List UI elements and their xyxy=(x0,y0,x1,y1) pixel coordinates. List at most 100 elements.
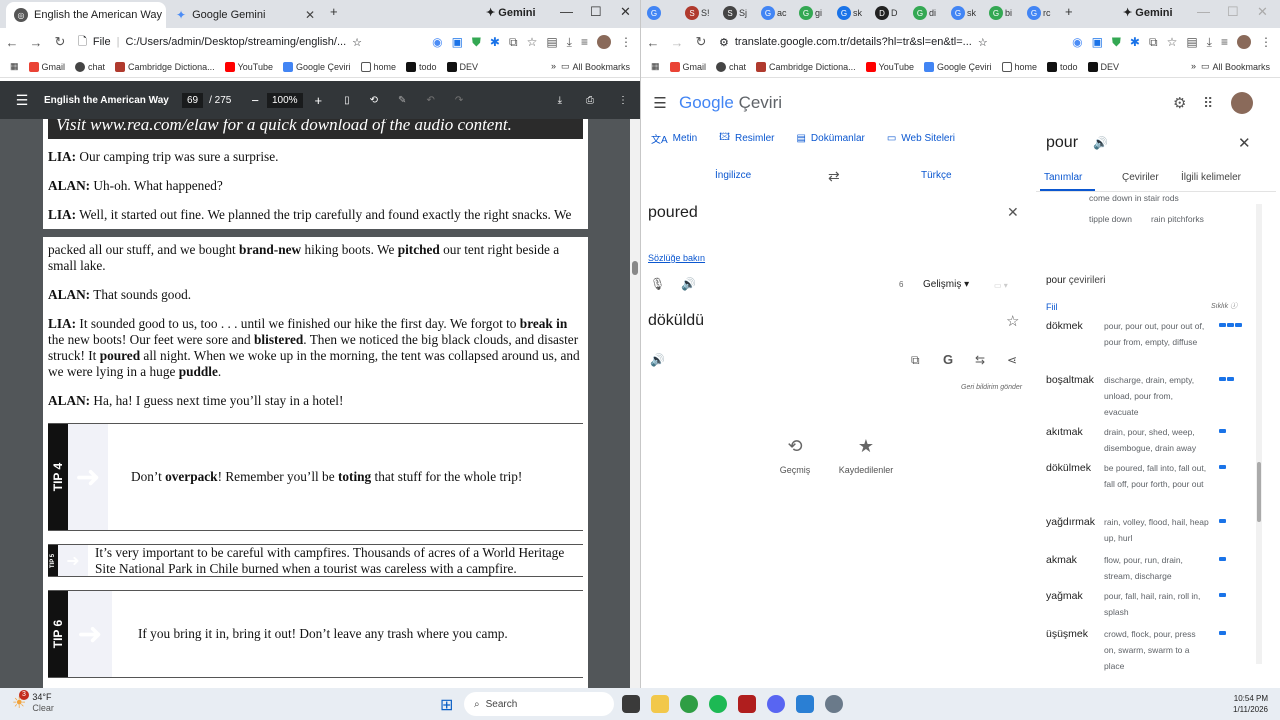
compact-tab[interactable]: Ggi xyxy=(799,6,831,20)
extension-icon[interactable]: ▣ xyxy=(452,35,463,49)
apps-icon[interactable]: ▦ xyxy=(10,61,19,72)
avatar[interactable] xyxy=(597,35,611,49)
bookmark-chat[interactable]: chat xyxy=(716,61,746,72)
pdf-viewer[interactable]: Visit www.rea.com/elaw for a quick downl… xyxy=(0,119,640,688)
shield-icon[interactable]: ⛊ xyxy=(1112,35,1121,50)
bookmark-home[interactable]: home xyxy=(360,61,396,72)
compact-tab[interactable]: S S! xyxy=(685,6,717,20)
download-icon[interactable]: ⤓ xyxy=(567,35,572,50)
bookmark-google-ceviri[interactable]: Google Çeviri xyxy=(923,61,992,72)
tab-related-words[interactable]: İlgili kelimeler xyxy=(1181,172,1241,183)
discord-icon[interactable] xyxy=(767,695,785,713)
reading-list-icon[interactable]: ▤ xyxy=(1186,35,1197,49)
puzzle-icon[interactable]: ⧉ xyxy=(509,35,518,50)
minimize-button[interactable]: — xyxy=(560,4,573,19)
scrollbar[interactable] xyxy=(1256,204,1262,664)
related-term[interactable]: come down in stair rods xyxy=(1089,193,1179,203)
bookmark-todo[interactable]: todo xyxy=(1047,61,1078,72)
menu-icon[interactable]: ⋮ xyxy=(620,35,632,49)
reading-list-icon[interactable]: ▤ xyxy=(546,35,557,49)
related-term[interactable]: tipple down xyxy=(1089,214,1132,224)
gemini-button[interactable]: ✦ Gemini xyxy=(486,6,536,19)
mode-websites[interactable]: ▭ Web Siteleri xyxy=(887,130,955,147)
tab-search-icon[interactable]: ≡ xyxy=(581,35,588,49)
tab-google-gemini[interactable]: ✦ Google Gemini ✕ xyxy=(168,2,323,28)
speaker-icon[interactable]: 🔊 xyxy=(681,277,696,291)
bookmark-youtube[interactable]: YouTube xyxy=(865,61,914,72)
back-icon[interactable]: ← xyxy=(0,35,24,50)
taskbar-search[interactable]: ⌕ Search xyxy=(464,692,614,716)
avatar[interactable] xyxy=(1237,35,1251,49)
apps-grid-icon[interactable]: ⠿ xyxy=(1203,95,1213,112)
zoom-in-button[interactable]: + xyxy=(303,93,335,108)
star-icon[interactable]: ☆ xyxy=(352,36,362,49)
source-input[interactable]: poured xyxy=(648,204,698,222)
annotate-icon[interactable]: ✎ xyxy=(388,95,416,106)
print-icon[interactable]: ⎙ xyxy=(574,95,606,106)
bookmark-gmail[interactable]: Gmail xyxy=(669,61,706,72)
bookmark-dev[interactable]: DEV xyxy=(446,61,478,72)
maximize-button[interactable]: ☐ xyxy=(590,4,602,20)
bookmark-gmail[interactable]: Gmail xyxy=(28,61,65,72)
compact-tab[interactable]: Gac xyxy=(761,6,793,20)
compact-tab[interactable]: S Sj xyxy=(723,6,755,20)
bookmark-dev[interactable]: DEV xyxy=(1087,61,1119,72)
address-bar[interactable]: ⚙ translate.google.com.tr/details?hl=tr&… xyxy=(713,36,1072,49)
close-icon[interactable]: ✕ xyxy=(305,8,315,22)
tab-search-icon[interactable]: ≡ xyxy=(1221,35,1228,49)
menu-icon[interactable]: ☰ xyxy=(0,92,44,109)
forward-icon[interactable]: → xyxy=(665,35,689,50)
bookmark-star-icon[interactable]: ☆ xyxy=(1167,35,1178,49)
new-tab-button[interactable]: + xyxy=(1065,4,1073,19)
spotify-icon[interactable] xyxy=(709,695,727,713)
related-term[interactable]: rain pitchforks xyxy=(1151,214,1204,224)
voice-app-icon[interactable] xyxy=(738,695,756,713)
minimize-button[interactable]: — xyxy=(1197,4,1210,19)
history-button[interactable]: ⟲ Geçmiş xyxy=(773,436,817,475)
save-star-icon[interactable]: ☆ xyxy=(1006,312,1019,330)
mode-text[interactable]: 文A Metin xyxy=(651,130,697,147)
bookmark-youtube[interactable]: YouTube xyxy=(224,61,273,72)
extension-icon[interactable]: ◉ xyxy=(1072,35,1082,49)
speaker-icon[interactable]: 🔊 xyxy=(650,353,665,367)
photos-icon[interactable] xyxy=(796,695,814,713)
feedback-link[interactable]: Geri bildirim gönder xyxy=(961,384,1022,391)
google-translate-logo[interactable]: Google Çeviri xyxy=(679,93,782,113)
copy-icon[interactable]: ⧉ xyxy=(911,353,920,368)
site-info-icon[interactable]: ⚙ xyxy=(719,36,729,49)
settings-icon[interactable] xyxy=(825,695,843,713)
extension-icon[interactable]: ✱ xyxy=(1130,35,1140,49)
google-icon[interactable]: G xyxy=(943,352,953,367)
speaker-icon[interactable]: 🔊 xyxy=(1093,136,1108,150)
menu-icon[interactable]: ☰ xyxy=(641,94,679,112)
task-view-icon[interactable] xyxy=(622,695,640,713)
swap-languages-icon[interactable]: ⇄ xyxy=(828,168,840,185)
page-number-input[interactable]: 69 xyxy=(182,92,204,108)
zoom-input[interactable]: 100% xyxy=(266,92,303,108)
menu-icon[interactable]: ⋮ xyxy=(1260,35,1272,49)
puzzle-icon[interactable]: ⧉ xyxy=(1149,35,1158,50)
compact-tab[interactable]: G xyxy=(647,6,679,20)
weather-widget[interactable]: ☀ 3 34°F Clear xyxy=(12,690,54,714)
rotate-icon[interactable]: ⟲ xyxy=(360,95,388,106)
tab-translations[interactable]: Çeviriler xyxy=(1122,172,1159,183)
download-icon[interactable]: ⤓ xyxy=(1207,35,1212,50)
star-icon[interactable]: ☆ xyxy=(978,36,988,49)
shield-icon[interactable]: ⛊ xyxy=(472,35,481,50)
apps-icon[interactable]: ▦ xyxy=(651,61,660,72)
scrollbar[interactable] xyxy=(630,119,640,688)
dictionary-link[interactable]: Sözlüğe bakın xyxy=(648,253,705,263)
fit-page-icon[interactable]: ▯ xyxy=(334,95,360,106)
tab-definitions[interactable]: Tanımlar xyxy=(1044,172,1082,183)
bookmark-google-ceviri[interactable]: Google Çeviri xyxy=(282,61,351,72)
scrollbar-thumb[interactable] xyxy=(1257,462,1261,522)
microphone-icon[interactable]: 🎙 xyxy=(650,277,665,291)
forward-icon[interactable]: → xyxy=(24,35,48,50)
zoom-out-button[interactable]: − xyxy=(243,93,267,108)
windows-start-icon[interactable]: ⊞ xyxy=(440,695,453,715)
back-icon[interactable]: ← xyxy=(641,35,665,50)
bookmark-star-icon[interactable]: ☆ xyxy=(527,35,538,49)
saved-button[interactable]: ★ Kaydedilenler xyxy=(833,436,899,475)
advanced-dropdown[interactable]: Gelişmiş ▾ xyxy=(923,279,969,290)
bookmark-todo[interactable]: todo xyxy=(406,61,437,72)
